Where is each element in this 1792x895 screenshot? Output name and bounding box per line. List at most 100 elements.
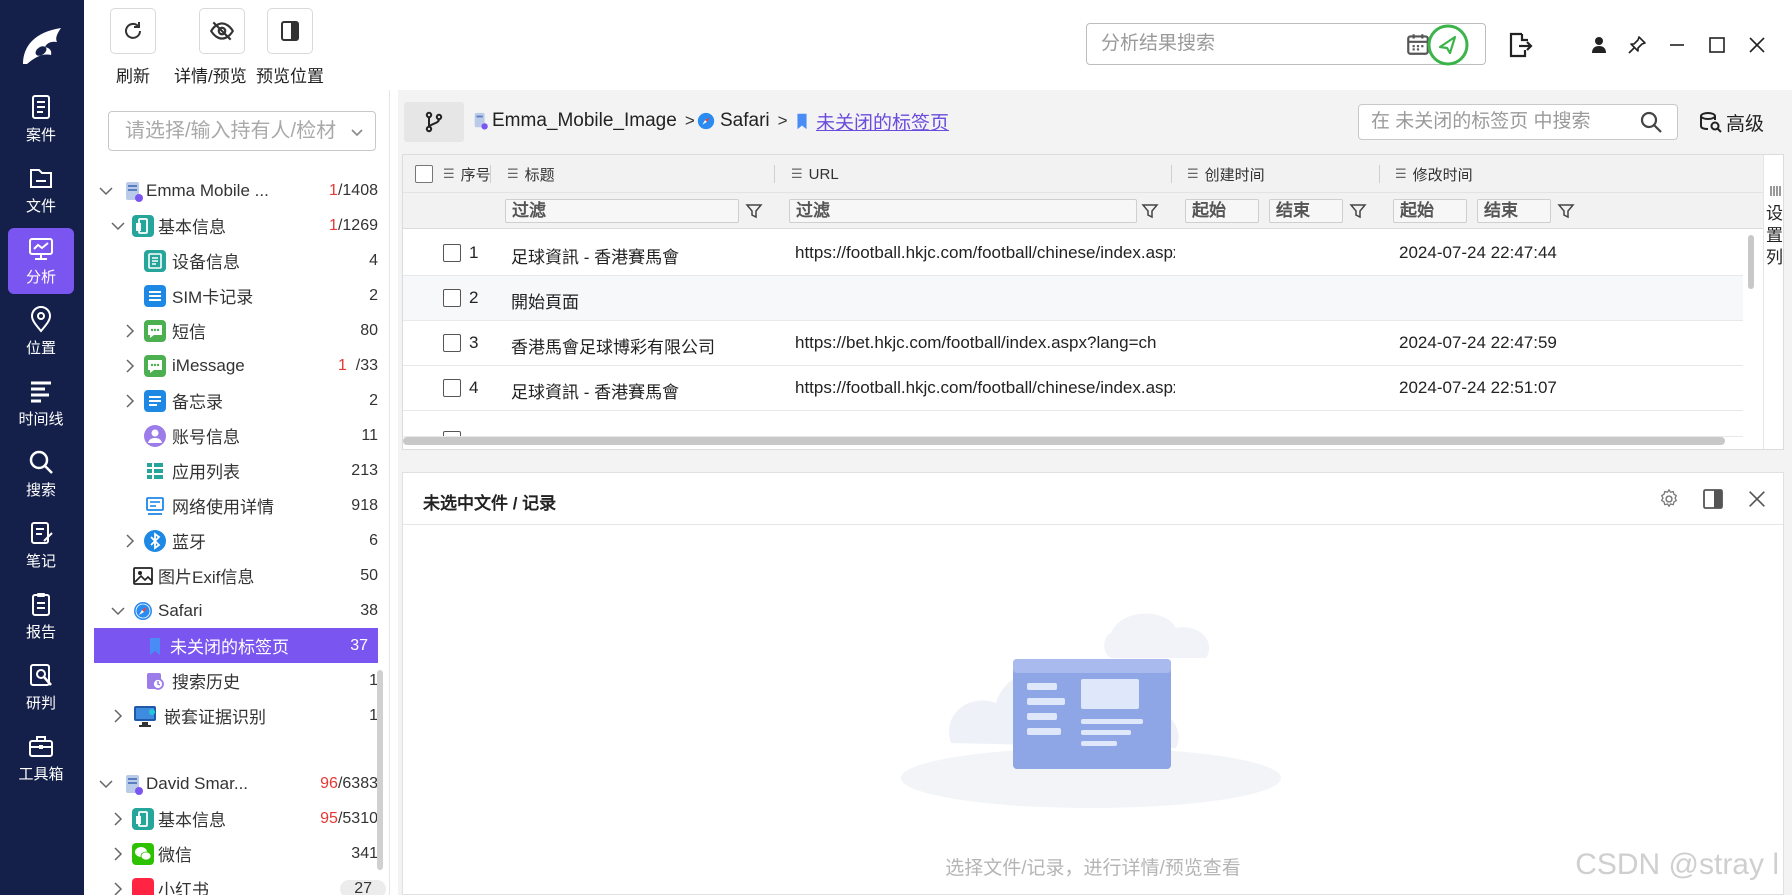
refresh-label: 刷新 [116,67,150,86]
modified-end-input[interactable] [1478,200,1550,222]
title-filter-input[interactable] [506,200,738,222]
settings-button[interactable] [1657,487,1681,511]
column-header-title[interactable]: ☰ 标题 [507,155,555,193]
tree-node-network-usage[interactable]: 网络使用详情 918 [94,488,378,523]
tree-node-david[interactable]: David Smar... 96/6383 [94,766,378,801]
preview-layout-button[interactable] [1701,487,1725,511]
table-row[interactable]: 3 香港馬會足球博彩有限公司 https://bet.hkjc.com/foot… [403,321,1743,366]
column-header-created[interactable]: ☰ 创建时间 [1187,155,1265,193]
preview-header: 未选中文件 / 记录 [403,473,1783,525]
column-divider[interactable] [490,165,491,183]
table-vertical-scrollbar[interactable] [1748,235,1754,289]
column-header-modified[interactable]: ☰ 修改时间 [1395,155,1473,193]
toolbox-icon [29,736,53,757]
row-checkbox[interactable] [443,244,461,262]
table-row[interactable]: 4 足球資訊 - 香港賽馬會 https://football.hkjc.com… [403,366,1743,411]
tree-node-wechat[interactable]: 微信 341 [94,836,378,871]
tree-node-label: SIM卡记录 [172,288,254,307]
table-horizontal-scrollbar[interactable] [403,437,1725,445]
filter-row [403,193,1783,229]
export-button[interactable] [1502,28,1536,62]
row-checkbox[interactable] [443,334,461,352]
tree-node-nested-evidence[interactable]: 嵌套证据识别 1 [94,698,378,733]
tree-node-device-info[interactable]: 设备信息 4 [94,243,378,278]
rail-location[interactable]: 位置 [8,299,74,365]
tree-node-emma[interactable]: Emma Mobile ... 1/1408 [94,173,378,208]
tree-node-exif[interactable]: 图片Exif信息 50 [94,558,378,593]
breadcrumb-separator: > [777,111,788,130]
branch-button[interactable] [404,102,464,142]
rail-search[interactable]: 搜索 [8,441,74,507]
breadcrumb-item-image[interactable]: Emma_Mobile_Image > [472,108,695,134]
pin-button[interactable] [1624,32,1650,58]
tree-node-label: 图片Exif信息 [158,568,255,587]
created-end-input[interactable] [1270,200,1342,222]
filter-icon[interactable] [1557,202,1575,220]
column-divider[interactable] [1379,165,1380,183]
holder-select[interactable] [108,111,376,151]
tree-node-basic-info[interactable]: 基本信息 1/1269 [94,208,378,243]
advanced-search-button[interactable]: 高级 [1698,106,1764,138]
tree-node-imessage[interactable]: iMessage 1 /33 [94,348,378,383]
rail-note[interactable]: 笔记 [8,512,74,578]
column-divider[interactable] [774,165,775,183]
created-start-filter [1185,199,1259,223]
menu-icon: ☰ [507,166,519,181]
tree-node-count: 96/6383 [320,774,378,792]
column-divider[interactable] [1171,165,1172,183]
minimize-button[interactable] [1664,32,1690,58]
rail-toolbox[interactable]: 工具箱 [8,725,74,791]
column-header-index[interactable]: ☰ 序号 [443,155,491,193]
tree-node-accounts[interactable]: 账号信息 11 [94,418,378,453]
tree-node-bluetooth[interactable]: 蓝牙 6 [94,523,378,558]
breadcrumb-item-safari[interactable]: Safari > [696,108,788,134]
preview-close-button[interactable] [1745,487,1769,511]
rail-case[interactable]: 案件 [8,86,74,152]
maximize-button[interactable] [1704,32,1730,58]
select-all-checkbox[interactable] [415,165,433,183]
rail-report[interactable]: 报告 [8,583,74,649]
tree-node-open-tabs[interactable]: 未关闭的标签页 37 [94,628,378,663]
preview-panel: 未选中文件 / 记录 选择文件/记录，进行详情/预览查看 CSDN @stray… [402,472,1784,895]
global-search-input[interactable] [1101,32,1391,56]
rail-file[interactable]: 文件 [8,157,74,223]
tree-node-apps[interactable]: 应用列表 213 [94,453,378,488]
set-columns-button[interactable]: 设 置 列 [1763,155,1783,449]
tree-node-david-basic-info[interactable]: 基本信息 95/5310 [94,801,378,836]
user-button[interactable] [1586,32,1612,58]
rail-timeline[interactable]: 时间线 [8,370,74,436]
table-search-input[interactable] [1371,111,1631,133]
tree-node-sms[interactable]: 短信 80 [94,313,378,348]
send-button[interactable] [1426,23,1470,67]
column-header-url[interactable]: ☰ URL [791,155,839,193]
modified-start-input[interactable] [1394,200,1466,222]
table-row[interactable]: 2 開始頁面 [403,276,1743,321]
detail-preview-button[interactable]: 详情/预览 [174,8,247,87]
tree-node-search-history[interactable]: 搜索历史 1 [94,663,378,698]
table-row[interactable]: 1 足球資訊 - 香港賽馬會 https://football.hkjc.com… [403,231,1743,276]
table-row[interactable] [403,411,1743,437]
holder-select-input[interactable] [125,120,345,142]
created-start-input[interactable] [1186,200,1258,222]
row-checkbox[interactable] [443,379,461,397]
rail-judge[interactable]: 研判 [8,654,74,720]
tree-node-notes[interactable]: 备忘录 2 [94,383,378,418]
rail-analysis[interactable]: 分析 [8,228,74,294]
url-filter-input[interactable] [790,200,1136,222]
filter-icon[interactable] [1349,202,1367,220]
filter-icon[interactable] [745,202,763,220]
breadcrumb-item-open-tabs[interactable]: 未关闭的标签页 [792,108,949,134]
search-icon[interactable] [1639,110,1663,134]
close-window-button[interactable] [1744,32,1770,58]
tree-node-label: 小红书 [158,881,209,895]
xiaohongshu-icon [132,877,154,895]
row-checkbox[interactable] [443,289,461,307]
account-icon [144,424,166,447]
preview-position-button[interactable]: 预览位置 [256,8,324,87]
tree-node-safari[interactable]: Safari 38 [94,593,378,628]
refresh-button[interactable]: 刷新 [110,8,156,87]
tree-node-xiaohongshu[interactable]: 小红书 27 [94,871,386,895]
tree-node-sim[interactable]: SIM卡记录 2 [94,278,378,313]
filter-icon[interactable] [1141,202,1159,220]
tree-scrollbar[interactable] [377,670,383,870]
